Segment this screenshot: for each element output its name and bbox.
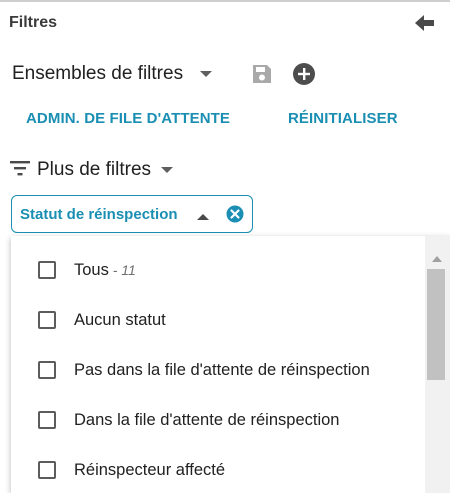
option-in-queue[interactable]: Dans la file d'attente de réinspection bbox=[11, 395, 421, 445]
checkbox[interactable] bbox=[38, 461, 56, 479]
checkbox[interactable] bbox=[38, 411, 56, 429]
option-not-in-queue[interactable]: Pas dans la file d'attente de réinspecti… bbox=[11, 345, 421, 395]
queue-admin-button[interactable]: ADMIN. DE FILE D'ATTENTE bbox=[26, 110, 230, 136]
caret-up-icon[interactable] bbox=[197, 208, 209, 226]
add-circle-icon[interactable] bbox=[292, 62, 316, 86]
top-divider bbox=[0, 0, 450, 2]
save-icon[interactable] bbox=[250, 62, 274, 86]
filter-sets-label: Ensembles de filtres bbox=[12, 63, 184, 84]
checkbox[interactable] bbox=[38, 261, 56, 279]
more-filters-label: Plus de filtres bbox=[37, 159, 152, 180]
filter-sets-dropdown[interactable]: Ensembles de filtres bbox=[12, 58, 213, 90]
option-label: Aucun statut bbox=[74, 310, 166, 329]
arrow-left-icon[interactable] bbox=[413, 12, 437, 34]
panel-title: Filtres bbox=[9, 14, 58, 31]
option-reinspector-assigned[interactable]: Réinspecteur affecté bbox=[11, 445, 421, 493]
option-no-status[interactable]: Aucun statut bbox=[11, 295, 421, 345]
clear-circle-icon[interactable] bbox=[226, 205, 244, 228]
status-options-dropdown: Tous - 11 Aucun statut Pas dans la file … bbox=[11, 236, 450, 493]
chip-label: Statut de réinspection bbox=[20, 205, 178, 223]
filter-list-icon bbox=[10, 160, 32, 181]
checkbox[interactable] bbox=[38, 361, 56, 379]
option-all[interactable]: Tous - 11 bbox=[11, 245, 421, 295]
checkbox[interactable] bbox=[38, 311, 56, 329]
option-count: - 11 bbox=[108, 261, 136, 278]
reinspection-status-filter-chip[interactable]: Statut de réinspection bbox=[11, 195, 253, 233]
caret-down-icon[interactable] bbox=[161, 161, 174, 179]
scroll-up-arrow-icon[interactable] bbox=[431, 250, 443, 268]
filters-header: Filtres bbox=[0, 8, 450, 38]
option-label: Tous bbox=[74, 260, 109, 279]
option-label: Réinspecteur affecté bbox=[74, 460, 226, 479]
scrollbar-thumb[interactable] bbox=[427, 269, 445, 380]
reset-button[interactable]: RÉINITIALISER bbox=[288, 110, 398, 136]
option-label: Pas dans la file d'attente de réinspecti… bbox=[74, 360, 370, 379]
more-filters-toggle[interactable]: Plus de filtres bbox=[10, 156, 174, 184]
option-label: Dans la file d'attente de réinspection bbox=[74, 410, 340, 429]
caret-down-icon[interactable] bbox=[199, 67, 213, 81]
